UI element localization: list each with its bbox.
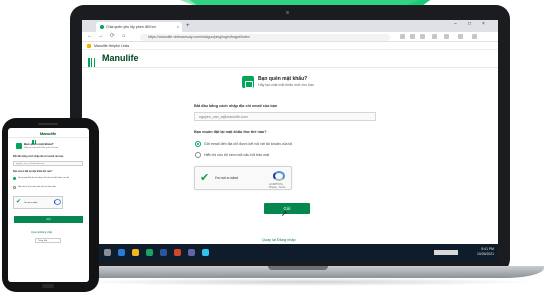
mobile-recaptcha-widget[interactable]: ✔ I'm not a robot [13,196,63,209]
phone-home-indicator [42,284,54,288]
extension-icon[interactable] [400,34,405,39]
excel-icon[interactable] [146,249,153,256]
laptop-shadow [70,278,540,286]
mobile-page-title: Bạn quên mật khẩu? [24,142,54,146]
radio-email-option[interactable] [195,141,201,147]
windows-taskbar: 5:41 PM 10/26/2021 [82,244,498,262]
profile-icon[interactable] [458,34,463,39]
powerpoint-icon[interactable] [174,249,181,256]
lock-icon [242,76,254,88]
mouse-cursor-icon: ➚ [281,209,288,218]
mobile-radio-security-option[interactable] [13,186,16,189]
radio-security-question-label[interactable]: Hiển thị cho tôi xem một câu hỏi bảo mật [204,153,269,157]
home-icon[interactable]: ⌂ [122,33,125,39]
word-icon[interactable] [160,249,167,256]
checkmark-icon[interactable]: ✔ [16,199,21,206]
taskbar-clock[interactable]: 5:41 PM 10/26/2021 [477,247,494,257]
forgot-password-page: Bạn quên mật khẩu? Hãy tạo mật mật khẩu … [82,68,498,244]
file-explorer-icon[interactable] [132,249,139,256]
browser-tab[interactable]: Chia quên yêu lây phen đổi hơi × [96,22,182,32]
radio-email-label[interactable]: Gửi email đến địa chỉ được kết nối với t… [204,142,292,146]
recaptcha-footer[interactable]: reCAPTCHA · Privacy - Terms [269,183,291,189]
recaptcha-logo-icon [54,199,61,205]
favorites-icon[interactable] [420,34,425,39]
back-to-login-link[interactable]: Quay lại Đăng nhập [262,238,296,242]
page-subtitle: Hãy tạo mật mật khẩu mới cho bạn [258,83,315,87]
laptop-notch [268,266,328,270]
maximize-button[interactable]: □ [468,21,471,27]
checkmark-icon[interactable]: ✔ [200,172,209,184]
mobile-recaptcha-label: I'm not a robot [24,202,38,204]
mobile-email-field[interactable]: nguyen_van_a@manulife.com [13,161,83,166]
system-tray[interactable] [434,250,458,255]
more-menu-icon[interactable] [472,34,477,39]
laptop-screen: Chia quên yêu lây phen đổi hơi × + – □ ×… [82,20,498,262]
phone-screen: Manulife Bạn quên mật khẩu? Hãy tạo mật … [8,128,89,282]
bookmark-folder-icon [87,44,91,48]
tab-title: Chia quên yêu lây phen đổi hơi [106,25,156,29]
url-input[interactable]: https://manulife-vietnamsoly.com/mlsiguo… [140,33,390,41]
address-bar-row: ← → ⟳ ⌂ https://manulife-vietnamsoly.com… [82,32,498,42]
share-icon[interactable] [444,34,449,39]
forward-arrow-icon[interactable]: → [98,33,104,39]
mobile-send-button[interactable]: Gửi [14,216,83,223]
manulife-favicon-icon [100,25,104,29]
email-label: Bắt đầu bằng cách nhập địa chỉ email của… [194,104,278,108]
reset-method-label: Bạn muốn đặt lại mật khẩu thư thế nào? [194,130,267,134]
browser-tab-bar: Chia quên yêu lây phen đổi hơi × + – □ × [82,20,498,32]
mobile-logo-text[interactable]: Manulife [40,131,56,136]
mobile-radio-email-option[interactable] [13,177,16,180]
webcam [286,11,289,14]
reload-icon[interactable]: ⟳ [110,33,115,39]
email-field[interactable]: nguyen_van_a@manulife.com [194,112,376,121]
close-tab-icon[interactable]: × [177,24,179,29]
mobile-email-label: Bắt đầu bằng cách nhập địa chỉ email của… [13,156,64,158]
minimize-button[interactable]: – [454,21,457,27]
bookmark-item[interactable]: Manulife Helpful Links [94,44,129,48]
mobile-back-to-login-link[interactable]: Quay lại Đăng nhập [31,231,52,234]
chrome-icon[interactable] [202,249,209,256]
bookmarks-bar: Manulife Helpful Links [82,42,498,50]
language-select[interactable]: Tiếng Việt [35,238,61,243]
page-title: Bạn quên mật khẩu? [258,76,308,82]
mobile-radio-security-label[interactable]: Hiển thị cho tôi xem một câu hỏi bảo mật [18,186,84,189]
mobile-radio-email-label[interactable]: Gửi email đến địa chỉ được kết nối với t… [18,177,84,180]
recaptcha-logo-icon [273,171,285,181]
close-window-button[interactable]: × [482,21,485,27]
mobile-page-subtitle: Hãy tạo mật mật khẩu mới cho bạn [24,147,59,149]
mobile-reset-method-label: Bạn muốn đặt lại mật khẩu thế nào? [13,171,53,173]
recaptcha-label: I'm not a robot [215,176,238,180]
search-icon[interactable] [104,249,111,256]
mobile-header: Manulife [8,128,89,144]
edge-icon[interactable] [118,249,125,256]
new-tab-button[interactable]: + [186,22,190,30]
site-header: Manulife [82,50,498,68]
clock-date: 10/26/2021 [477,252,494,256]
extension-icon[interactable] [410,34,415,39]
teams-icon[interactable] [188,249,195,256]
recaptcha-widget[interactable]: ✔ I'm not a robot reCAPTCHA · Privacy - … [194,166,292,190]
logo-text[interactable]: Manulife [102,53,139,63]
lock-icon [16,143,22,149]
back-arrow-icon[interactable]: ← [87,33,93,39]
phone-speaker [38,123,58,125]
radio-security-question-option[interactable] [195,152,201,158]
collections-icon[interactable] [432,34,437,39]
